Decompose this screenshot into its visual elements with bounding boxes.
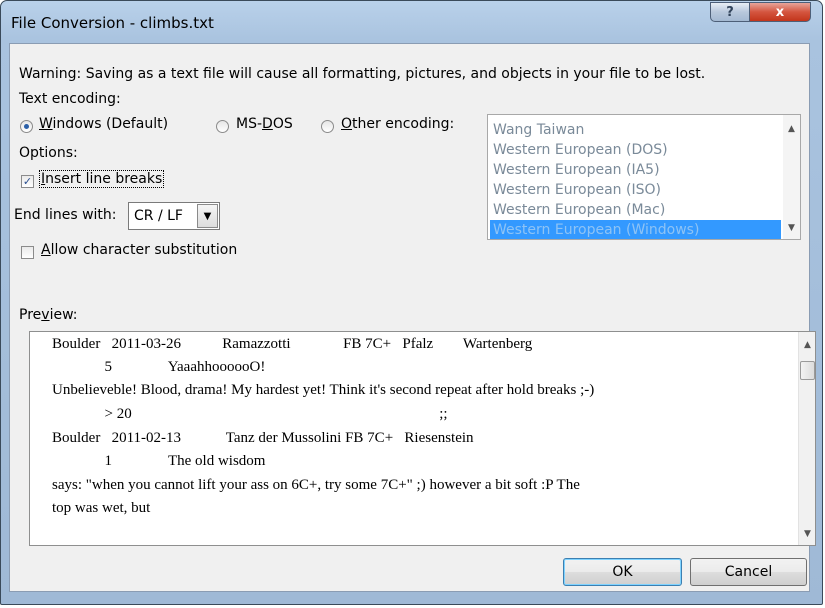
help-button[interactable]: ?	[710, 2, 750, 22]
preview-line: top was wet, but	[52, 500, 151, 516]
preview-line: Boulder 2011-02-13 Tanz der Mussolini FB…	[52, 430, 474, 446]
preview-label: Preview:	[19, 307, 78, 323]
radio-icon[interactable]	[216, 120, 229, 133]
scroll-up-icon[interactable]: ▲	[783, 120, 800, 137]
file-conversion-dialog: File Conversion - climbs.txt ? x Warning…	[0, 0, 823, 605]
list-item[interactable]: Western European (ISO)	[490, 180, 781, 200]
checkbox-icon[interactable]	[21, 246, 34, 259]
list-item-selected[interactable]: Western European (Windows)	[490, 220, 781, 239]
scroll-thumb[interactable]	[800, 361, 815, 380]
cancel-button[interactable]: Cancel	[690, 558, 807, 586]
preview-line: 1 The old wisdom	[52, 453, 266, 469]
list-item[interactable]: Western European (IA5)	[490, 160, 781, 180]
close-icon: x	[775, 4, 785, 20]
preview-pane[interactable]: Boulder 2011-03-26 Ramazzotti FB 7C+ Pfa…	[29, 331, 816, 546]
preview-line: Unbelieveble! Blood, drama! My hardest y…	[52, 382, 595, 398]
end-lines-value: CR / LF	[134, 208, 183, 224]
preview-line: 5 YaaahhoooooO!	[52, 359, 266, 375]
preview-line: > 20 ;;	[52, 406, 448, 422]
end-lines-select[interactable]: CR / LF ▼	[128, 202, 220, 230]
scroll-down-icon[interactable]: ▼	[783, 219, 800, 236]
text-encoding-heading: Text encoding:	[19, 91, 121, 107]
list-item[interactable]: Western European (Mac)	[490, 200, 781, 220]
radio-ms-dos-label: MS-DOS	[236, 116, 293, 132]
chevron-down-icon[interactable]: ▼	[197, 204, 218, 228]
dialog-body: Warning: Saving as a text file will caus…	[9, 43, 816, 592]
radio-windows-label: Windows (Default)	[39, 116, 169, 132]
check-icon[interactable]: ✓	[21, 175, 34, 188]
radio-icon[interactable]	[321, 120, 334, 133]
encoding-scrollbar[interactable]: ▲ ▼	[783, 115, 800, 239]
encoding-listbox[interactable]: Wang Taiwan Western European (DOS) Weste…	[487, 114, 801, 240]
radio-icon[interactable]	[20, 120, 33, 133]
scroll-down-icon[interactable]: ▼	[799, 525, 815, 542]
warning-text: Warning: Saving as a text file will caus…	[19, 66, 706, 82]
allow-substitution-label: Allow character substitution	[41, 242, 238, 258]
list-item[interactable]: Western European (DOS)	[490, 140, 781, 160]
preview-line: says: "when you cannot lift your ass on …	[52, 477, 580, 493]
options-heading: Options:	[19, 145, 78, 161]
title-bar[interactable]: File Conversion - climbs.txt ? x	[1, 1, 822, 43]
close-button[interactable]: x	[749, 2, 811, 22]
preview-scrollbar[interactable]: ▲ ▼	[798, 332, 815, 545]
list-item[interactable]: Wang Taiwan	[490, 120, 781, 140]
scroll-up-icon[interactable]: ▲	[799, 336, 815, 353]
preview-line: Boulder 2011-03-26 Ramazzotti FB 7C+ Pfa…	[52, 336, 533, 352]
end-lines-label: End lines with:	[14, 207, 117, 223]
dialog-title: File Conversion - climbs.txt	[11, 14, 214, 32]
ok-button[interactable]: OK	[563, 558, 682, 586]
help-icon: ?	[726, 4, 734, 20]
radio-other-label: Other encoding:	[341, 116, 455, 132]
insert-line-breaks-label: Insert line breaks	[39, 170, 165, 188]
